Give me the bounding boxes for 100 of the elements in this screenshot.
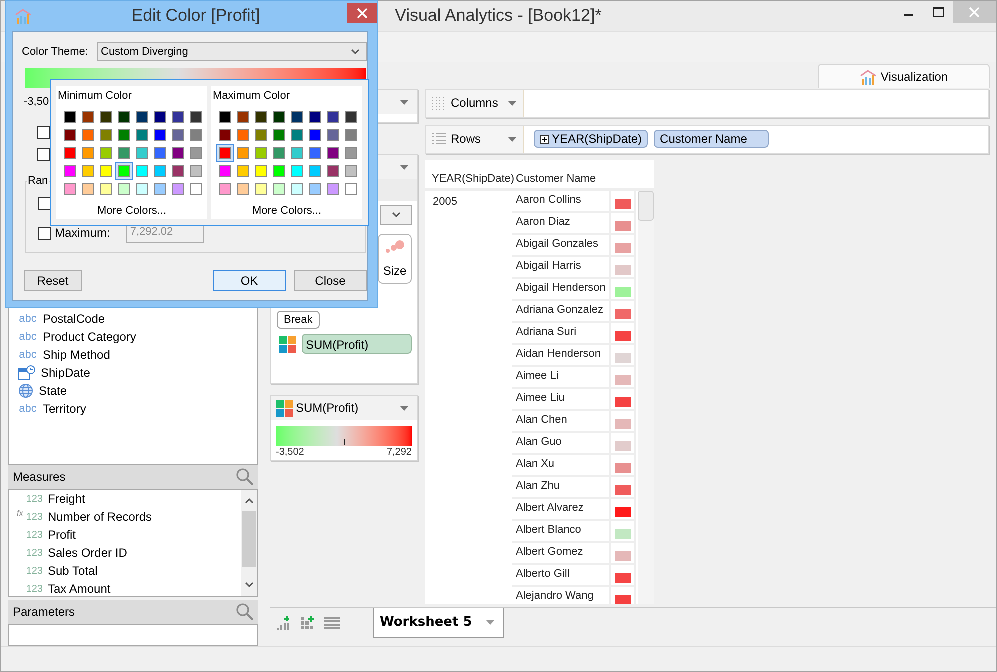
- color-swatch[interactable]: [169, 180, 187, 198]
- color-swatch[interactable]: [234, 126, 252, 144]
- color-swatch[interactable]: [133, 162, 151, 180]
- color-swatch[interactable]: [151, 144, 169, 162]
- list-icon[interactable]: [324, 616, 340, 630]
- color-swatch[interactable]: [342, 180, 360, 198]
- color-swatch[interactable]: [79, 144, 97, 162]
- add-grid-icon[interactable]: [300, 615, 316, 631]
- color-swatch[interactable]: [270, 162, 288, 180]
- color-swatch[interactable]: [324, 144, 342, 162]
- color-swatch[interactable]: [133, 180, 151, 198]
- color-swatch[interactable]: [133, 108, 151, 126]
- color-swatch[interactable]: [97, 180, 115, 198]
- color-swatch[interactable]: [306, 144, 324, 162]
- color-swatch[interactable]: [187, 108, 205, 126]
- measure-item[interactable]: fx 123 Number of Records: [9, 508, 241, 526]
- search-icon[interactable]: [236, 603, 254, 622]
- color-swatch[interactable]: [252, 162, 270, 180]
- color-swatch[interactable]: [216, 162, 234, 180]
- color-swatch[interactable]: [324, 108, 342, 126]
- measure-item[interactable]: 123 Sales Order ID: [9, 544, 241, 562]
- size-button[interactable]: Size: [378, 234, 412, 284]
- color-swatch[interactable]: [115, 126, 133, 144]
- color-swatch[interactable]: [79, 162, 97, 180]
- color-swatch[interactable]: [270, 144, 288, 162]
- color-swatch[interactable]: [234, 162, 252, 180]
- break-button[interactable]: Break: [277, 311, 320, 329]
- color-swatch[interactable]: [151, 108, 169, 126]
- dimension-item[interactable]: ShipDate: [9, 364, 257, 382]
- color-swatch[interactable]: [306, 108, 324, 126]
- dialog-button[interactable]: Reset: [24, 270, 82, 291]
- color-swatch[interactable]: [288, 180, 306, 198]
- color-swatch[interactable]: [270, 126, 288, 144]
- measure-item[interactable]: 123 Freight: [9, 490, 241, 508]
- color-swatch[interactable]: [234, 180, 252, 198]
- tab[interactable]: Visualization: [818, 64, 990, 88]
- dialog-button[interactable]: OK: [213, 270, 286, 291]
- dimension-item[interactable]: State: [9, 382, 257, 400]
- color-swatch[interactable]: [342, 144, 360, 162]
- color-swatch[interactable]: [151, 180, 169, 198]
- color-swatch[interactable]: [306, 180, 324, 198]
- color-swatch[interactable]: [115, 180, 133, 198]
- field-pill[interactable]: SUM(Profit): [302, 334, 412, 354]
- color-swatch[interactable]: [270, 108, 288, 126]
- scrollbar[interactable]: [241, 490, 257, 596]
- sheet-tab[interactable]: Worksheet 5: [373, 608, 504, 638]
- color-swatch[interactable]: [234, 108, 252, 126]
- field-pill[interactable]: YEAR(ShipDate): [534, 130, 648, 148]
- theme-dropdown[interactable]: Custom Diverging: [97, 42, 367, 61]
- field-pill[interactable]: Customer Name: [654, 130, 770, 148]
- color-swatch[interactable]: [79, 108, 97, 126]
- color-swatch[interactable]: [187, 180, 205, 198]
- color-swatch[interactable]: [97, 126, 115, 144]
- color-swatch[interactable]: [61, 144, 79, 162]
- color-swatch[interactable]: [324, 162, 342, 180]
- color-swatch[interactable]: [97, 144, 115, 162]
- parameters-field[interactable]: [8, 624, 258, 646]
- dimension-item[interactable]: abc PostalCode: [9, 310, 257, 328]
- color-swatch[interactable]: [61, 126, 79, 144]
- color-swatch[interactable]: [324, 126, 342, 144]
- color-swatch[interactable]: [133, 126, 151, 144]
- color-swatch[interactable]: [288, 162, 306, 180]
- color-swatch[interactable]: [187, 162, 205, 180]
- color-swatch[interactable]: [61, 180, 79, 198]
- dimension-item[interactable]: abc Product Category: [9, 328, 257, 346]
- measure-item[interactable]: 123 Tax Amount: [9, 580, 241, 596]
- color-swatch[interactable]: [169, 126, 187, 144]
- checkbox[interactable]: [38, 197, 51, 210]
- color-swatch[interactable]: [306, 162, 324, 180]
- color-swatch[interactable]: [187, 144, 205, 162]
- scrollbar[interactable]: [638, 190, 654, 604]
- close-button[interactable]: [347, 3, 377, 23]
- dimension-item[interactable]: abc Territory: [9, 400, 257, 418]
- color-swatch[interactable]: [342, 126, 360, 144]
- dialog-button[interactable]: Close: [294, 270, 367, 291]
- color-swatch[interactable]: [133, 144, 151, 162]
- color-swatch[interactable]: [252, 126, 270, 144]
- dimension-item[interactable]: abc Ship Method: [9, 346, 257, 364]
- color-swatch[interactable]: [270, 180, 288, 198]
- color-swatch[interactable]: [252, 144, 270, 162]
- color-swatch[interactable]: [61, 108, 79, 126]
- search-icon[interactable]: [236, 468, 254, 486]
- color-swatch[interactable]: [342, 162, 360, 180]
- color-swatch[interactable]: [61, 162, 79, 180]
- color-swatch[interactable]: [252, 108, 270, 126]
- mark-type-dropdown[interactable]: [380, 205, 412, 225]
- color-swatch[interactable]: [342, 108, 360, 126]
- measure-item[interactable]: 123 Sub Total: [9, 562, 241, 580]
- color-swatch[interactable]: [187, 126, 205, 144]
- color-swatch[interactable]: [115, 108, 133, 126]
- color-swatch[interactable]: [216, 108, 234, 126]
- color-swatch[interactable]: [97, 108, 115, 126]
- expand-icon[interactable]: [540, 134, 549, 144]
- color-swatch[interactable]: [234, 144, 252, 162]
- color-swatch[interactable]: [169, 108, 187, 126]
- color-swatch[interactable]: [252, 180, 270, 198]
- color-swatch[interactable]: [79, 126, 97, 144]
- color-swatch[interactable]: [97, 162, 115, 180]
- measure-item[interactable]: 123 Profit: [9, 526, 241, 544]
- color-swatch[interactable]: [79, 180, 97, 198]
